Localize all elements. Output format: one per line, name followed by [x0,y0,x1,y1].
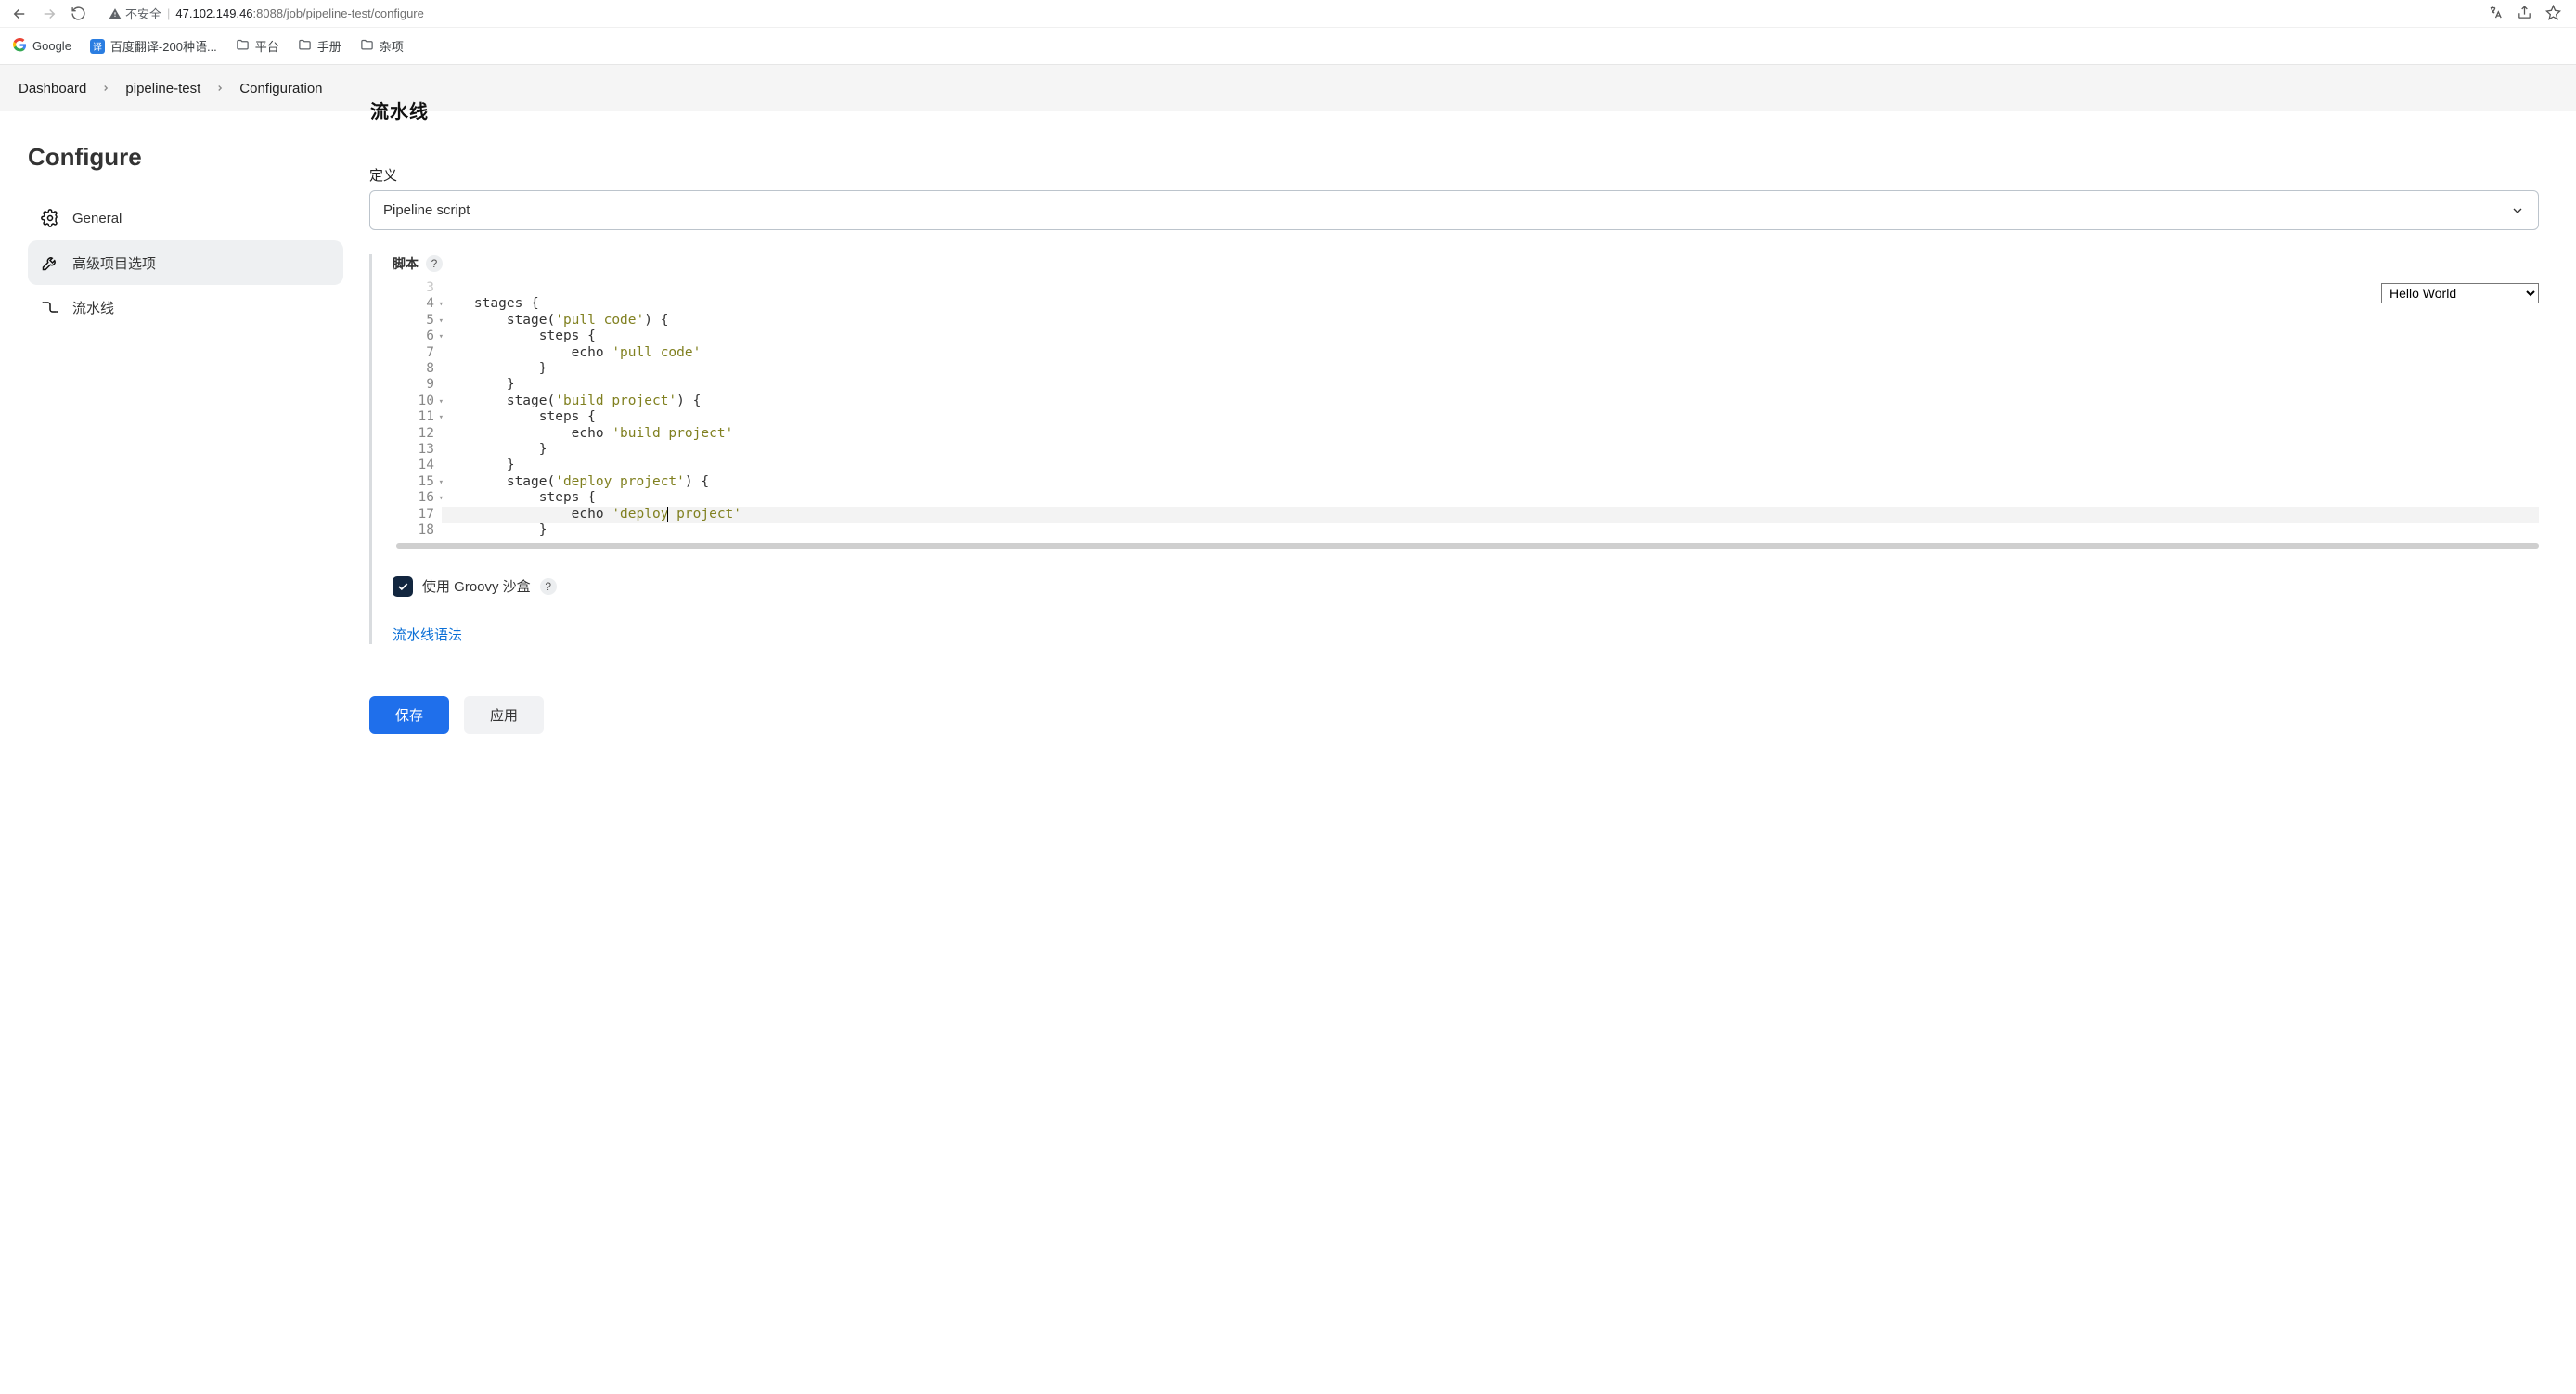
apply-button[interactable]: 应用 [464,696,544,734]
gear-icon [41,209,59,227]
insecure-badge: 不安全 [109,5,161,22]
crumb-configuration[interactable]: Configuration [239,81,322,97]
url-text: 47.102.149.46:8088/job/pipeline-test/con… [175,6,423,20]
bookmark-misc[interactable]: 杂项 [360,37,404,55]
bookmark-manual[interactable]: 手册 [298,37,341,55]
warning-icon [109,7,122,20]
back-icon[interactable] [11,6,28,22]
chevron-right-icon [92,84,120,93]
translate-icon[interactable] [2488,5,2504,23]
sidebar-item-general[interactable]: General [28,196,343,240]
editor-horizontal-scrollbar[interactable] [396,543,2539,549]
sandbox-checkbox[interactable] [393,576,413,597]
folder-icon [360,38,374,55]
share-icon[interactable] [2517,5,2532,23]
sidebar-item-label: 流水线 [72,298,114,317]
chevron-down-icon [2510,203,2525,218]
forward-icon[interactable] [41,6,58,22]
bookmark-google[interactable]: Google [13,38,71,55]
pipeline-icon [41,298,59,316]
cutoff-heading-wrap: 流水线 [0,111,2576,121]
sandbox-row: 使用 Groovy 沙盒 ? [393,576,2539,597]
baidu-icon: 译 [90,39,105,54]
section-pipeline-heading: 流水线 [370,97,429,123]
save-button[interactable]: 保存 [369,696,449,734]
sandbox-label: 使用 Groovy 沙盒 [422,576,531,596]
url-bar[interactable]: 不安全 | 47.102.149.46:8088/job/pipeline-te… [109,5,2475,22]
sidebar: Configure General 高级项目选项 流水线 [0,121,343,771]
pipeline-syntax-link[interactable]: 流水线语法 [393,625,462,644]
bookmarks-bar: Google 译 百度翻译-200种语... 平台 手册 杂项 [0,28,2576,65]
crumb-dashboard[interactable]: Dashboard [19,81,86,97]
browser-toolbar: 不安全 | 47.102.149.46:8088/job/pipeline-te… [0,0,2576,28]
footer-buttons: 保存 应用 [369,696,2539,734]
sidebar-item-pipeline[interactable]: 流水线 [28,285,343,329]
bookmark-baidu[interactable]: 译 百度翻译-200种语... [90,37,217,55]
browser-right-icons [2488,5,2565,23]
google-icon [13,38,27,55]
bookmark-platform[interactable]: 平台 [236,37,279,55]
sidebar-item-advanced[interactable]: 高级项目选项 [28,240,343,285]
crumb-job[interactable]: pipeline-test [125,81,200,97]
reload-icon[interactable] [71,6,86,21]
folder-icon [298,38,312,55]
sidebar-item-label: General [72,211,122,226]
sidebar-item-label: 高级项目选项 [72,253,156,273]
wrench-icon [41,253,59,272]
help-icon[interactable]: ? [540,578,557,595]
main-content: 定义 Pipeline script 脚本 ? Hello World 3 4 … [343,121,2576,771]
code-editor[interactable]: 3 4 stages { 5 stage('pull code') { 6 st… [393,280,2539,539]
help-icon[interactable]: ? [426,255,443,272]
folder-icon [236,38,250,55]
script-label: 脚本 [393,254,419,273]
page-title: Configure [28,143,343,172]
script-block: 脚本 ? Hello World 3 4 stages { 5 stage('p… [369,254,2539,644]
definition-label: 定义 [369,165,2539,185]
definition-select[interactable]: Pipeline script [369,190,2539,230]
chevron-right-icon [206,84,234,93]
star-icon[interactable] [2545,5,2561,23]
insecure-label: 不安全 [125,5,161,22]
template-select[interactable]: Hello World [2381,283,2539,303]
check-icon [396,580,409,593]
definition-value: Pipeline script [383,202,470,218]
